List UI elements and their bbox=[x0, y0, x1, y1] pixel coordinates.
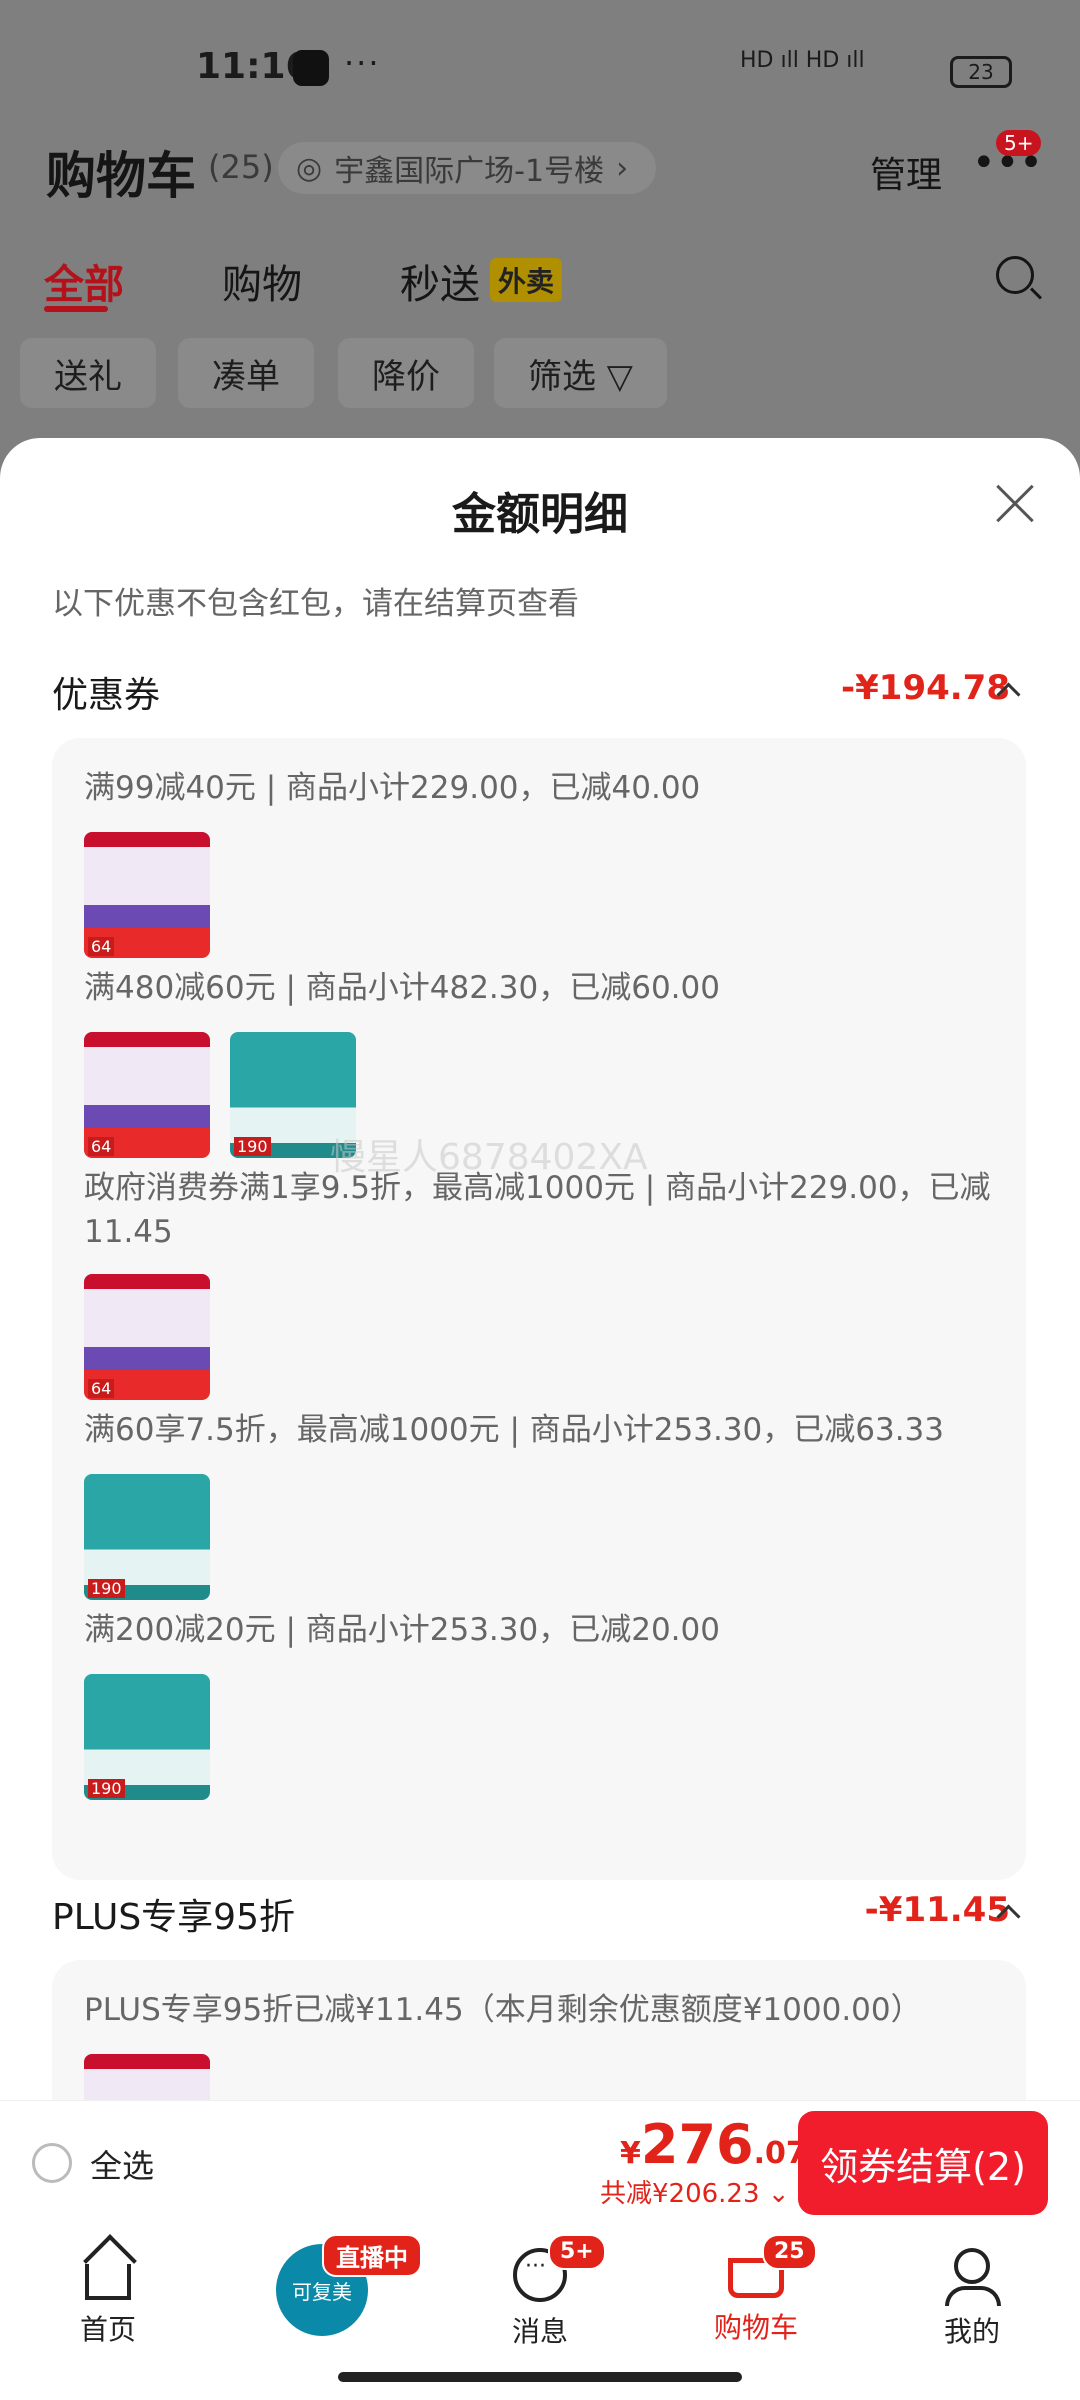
status-bar: 11:16 ··· HD ıll HD ıll 23 bbox=[0, 0, 1080, 130]
total-saved[interactable]: 共减¥206.23 ⌄ bbox=[600, 2173, 790, 2210]
manage-button[interactable]: 管理 bbox=[870, 146, 942, 198]
select-all-label[interactable]: 全选 bbox=[90, 2141, 154, 2187]
product-thumbnail-tag: 190 bbox=[234, 1137, 271, 1156]
price-integer: 276 bbox=[640, 2113, 754, 2176]
tab-shopping[interactable]: 购物 bbox=[222, 252, 302, 310]
plus-section-amount: -¥11.45 bbox=[864, 1890, 1010, 1930]
chevron-right-icon: › bbox=[616, 150, 629, 186]
person-body bbox=[945, 2286, 1001, 2306]
home-icon bbox=[85, 2264, 131, 2300]
product-thumbnail: 64 bbox=[84, 1274, 210, 1400]
product-thumbnail: 190 bbox=[84, 1474, 210, 1600]
status-more-dots: ··· bbox=[344, 44, 381, 82]
person-icon bbox=[945, 2248, 1001, 2306]
checkout-bar: 全选 ¥276.07 共减¥206.23 ⌄ 领券结算(2) bbox=[0, 2100, 1080, 2227]
chip-gift[interactable]: 送礼 bbox=[20, 338, 156, 408]
tiktok-icon bbox=[293, 50, 329, 86]
coupon-line: 满60享7.5折，最高减1000元 | 商品小计253.30，已减63.33 bbox=[84, 1412, 945, 1448]
tab-instant-delivery[interactable]: 秒送 bbox=[400, 252, 480, 310]
checkout-button[interactable]: 领券结算(2) bbox=[798, 2111, 1048, 2215]
product-thumbnail-tag: 190 bbox=[88, 1579, 125, 1598]
chip-bundle[interactable]: 凑单 bbox=[178, 338, 314, 408]
more-badge: 5+ bbox=[996, 130, 1042, 156]
coupon-section-title: 优惠券 bbox=[52, 675, 161, 716]
amount-detail-sheet: 金额明细 以下优惠不包含红包，请在结算页查看 优惠券 -¥194.78 满99减… bbox=[0, 438, 1080, 2100]
coupon-detail-card: 满99减40元 | 商品小计229.00，已减40.00 64 满480减60元… bbox=[52, 738, 1026, 1880]
product-thumbnail: 64 bbox=[84, 1032, 210, 1158]
sheet-title: 金额明细 bbox=[452, 489, 628, 540]
plus-section-title: PLUS专享95折 bbox=[52, 1897, 295, 1938]
page-title: 购物车 bbox=[46, 147, 196, 205]
live-badge: 直播中 bbox=[322, 2234, 422, 2277]
nav-home-label: 首页 bbox=[79, 2313, 136, 2346]
product-thumbnail: 190 bbox=[84, 1674, 210, 1800]
sheet-notice: 以下优惠不包含红包，请在结算页查看 bbox=[52, 586, 579, 622]
nav-cart-label: 购物车 bbox=[713, 2311, 798, 2344]
cart-count: (25) bbox=[208, 148, 274, 186]
product-thumbnail: 64 bbox=[84, 832, 210, 958]
waimai-badge: 外卖 bbox=[490, 258, 563, 302]
person-head bbox=[954, 2248, 990, 2284]
tab-all[interactable]: 全部 bbox=[44, 252, 124, 310]
price-currency: ¥ bbox=[620, 2136, 641, 2171]
coupon-line: 满200减20元 | 商品小计253.30，已减20.00 bbox=[84, 1612, 720, 1648]
watermark: 慢星人6878402XA bbox=[330, 1137, 648, 1178]
plus-line: PLUS专享95折已减¥11.45（本月剩余优惠额度¥1000.00） bbox=[84, 1992, 922, 2028]
product-thumbnail-tag: 64 bbox=[88, 1379, 115, 1398]
cart-badge: 25 bbox=[762, 2234, 817, 2270]
nav-me-label: 我的 bbox=[943, 2315, 1000, 2348]
battery-icon: 23 bbox=[950, 56, 1012, 88]
address-text: 宇鑫国际广场-1号楼 bbox=[334, 154, 605, 189]
product-thumbnail-tag: 64 bbox=[88, 1137, 115, 1156]
tab-underline bbox=[44, 306, 108, 312]
search-icon[interactable] bbox=[996, 256, 1034, 294]
home-indicator[interactable] bbox=[338, 2372, 742, 2382]
select-all-checkbox[interactable] bbox=[32, 2143, 72, 2183]
messages-badge: 5+ bbox=[548, 2234, 606, 2270]
product-thumbnail-tag: 190 bbox=[88, 1779, 125, 1798]
coupon-line: 满480减60元 | 商品小计482.30，已减60.00 bbox=[84, 970, 720, 1006]
total-price: ¥276.07 bbox=[620, 2113, 807, 2176]
chip-price-drop[interactable]: 降价 bbox=[338, 338, 474, 408]
nav-me[interactable]: 我的 bbox=[902, 2248, 1042, 2350]
chip-filter[interactable]: 筛选 ▽ bbox=[494, 338, 667, 408]
nav-home[interactable]: 首页 bbox=[38, 2248, 178, 2348]
coupon-section-amount: -¥194.78 bbox=[841, 668, 1010, 708]
address-selector[interactable]: ◎ 宇鑫国际广场-1号楼 › bbox=[278, 142, 657, 194]
product-thumbnail-tag: 64 bbox=[88, 937, 115, 956]
product-thumbnail bbox=[84, 2054, 210, 2100]
network-signal-icon: HD ıll HD ıll bbox=[740, 48, 865, 73]
coupon-line: 满99减40元 | 商品小计229.00，已减40.00 bbox=[84, 770, 701, 806]
close-icon[interactable] bbox=[990, 478, 1040, 528]
nav-messages-label: 消息 bbox=[511, 2315, 568, 2348]
eye-icon: ◎ bbox=[296, 150, 323, 186]
plus-detail-card: PLUS专享95折已减¥11.45（本月剩余优惠额度¥1000.00） bbox=[52, 1960, 1026, 2100]
